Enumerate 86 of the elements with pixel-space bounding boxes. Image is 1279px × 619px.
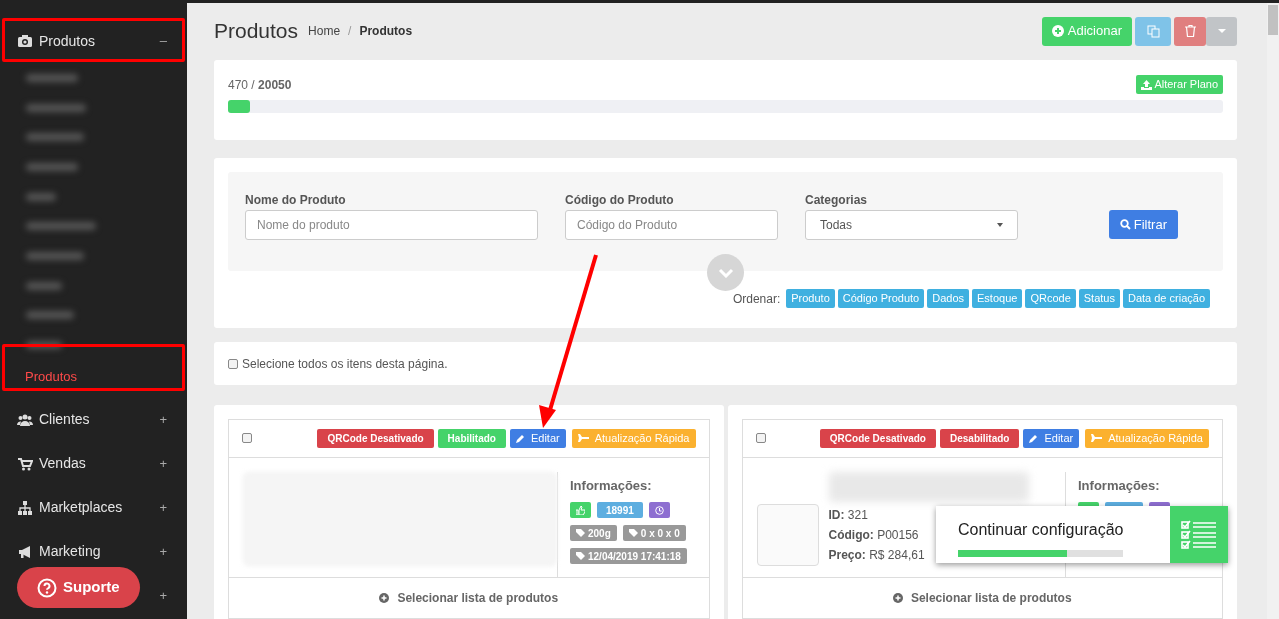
tag-icon bbox=[576, 529, 585, 538]
breadcrumb-link[interactable]: Home bbox=[308, 22, 341, 40]
info-heading: Informações: bbox=[570, 476, 653, 495]
menu-item[interactable]: Marketplaces bbox=[39, 497, 123, 519]
plus-circle-icon bbox=[379, 593, 390, 604]
copy-icon bbox=[1146, 24, 1160, 38]
checklist-icon bbox=[1181, 519, 1217, 550]
copy-button[interactable] bbox=[1135, 16, 1171, 46]
category-select[interactable]: Todas bbox=[805, 210, 1018, 240]
blurred-text bbox=[26, 162, 78, 171]
blurred-text bbox=[26, 222, 96, 231]
submenu-item[interactable]: Produtos bbox=[0, 359, 187, 394]
tag-icon bbox=[628, 529, 638, 538]
checkbox[interactable] bbox=[755, 433, 766, 444]
menu-item[interactable]: Vendas bbox=[39, 453, 86, 475]
count-badge: 18991 bbox=[597, 502, 643, 519]
plus-circle-icon bbox=[1051, 25, 1064, 37]
info-heading: Informações: bbox=[1078, 476, 1161, 495]
status-badge: Desabilitado bbox=[940, 428, 1020, 448]
delete-button[interactable] bbox=[1174, 16, 1206, 46]
pencil-icon bbox=[515, 433, 525, 443]
menu-item[interactable]: Marketing bbox=[39, 541, 101, 563]
caret-icon bbox=[1217, 29, 1226, 33]
dropdown-button[interactable] bbox=[1206, 16, 1237, 46]
select-list-button[interactable]: Selecionar lista de produtos bbox=[742, 578, 1222, 618]
text-field[interactable]: Nome do produto bbox=[245, 210, 538, 240]
product-detail: Código: P00156 bbox=[828, 526, 919, 544]
page-title: Produtos bbox=[214, 18, 299, 45]
pencil-icon bbox=[1029, 433, 1039, 443]
menu-item[interactable]: Clientes bbox=[39, 409, 90, 431]
search-icon bbox=[1119, 219, 1131, 230]
field-label: Nome do Produto bbox=[245, 192, 347, 209]
status-badge: QRCode Desativado bbox=[819, 428, 936, 448]
field-label: Categorias bbox=[805, 192, 869, 209]
product-detail: Preço: R$ 284,61 bbox=[828, 546, 925, 564]
checkbox[interactable] bbox=[242, 433, 252, 444]
support-button[interactable]: Suporte bbox=[17, 567, 140, 608]
tag-icon bbox=[576, 552, 585, 561]
status-badge: QRCode Desativado bbox=[317, 428, 434, 448]
camera-icon bbox=[17, 33, 33, 49]
plane-icon bbox=[1091, 434, 1103, 443]
caret-icon bbox=[997, 223, 1003, 227]
select-list-button[interactable]: Selecionar lista de produtos bbox=[229, 578, 709, 618]
tag-badge: 12/04/2019 17:41:18 bbox=[570, 548, 687, 565]
filter-button[interactable]: Filtrar bbox=[1108, 210, 1178, 239]
field-label: Código do Produto bbox=[565, 192, 675, 209]
collapse-toggle[interactable]: – bbox=[159, 31, 167, 51]
popup-title: Continuar configuração bbox=[958, 520, 1125, 540]
plus-circle-icon bbox=[892, 593, 903, 604]
expand-toggle[interactable]: + bbox=[159, 542, 167, 562]
blurred-text bbox=[26, 311, 74, 320]
status-badge: Habilitado bbox=[437, 428, 506, 448]
blurred-text bbox=[26, 281, 62, 290]
plane-icon bbox=[577, 434, 589, 443]
scrollbar[interactable] bbox=[1267, 3, 1279, 619]
expand-toggle[interactable]: + bbox=[159, 586, 167, 606]
checkbox[interactable] bbox=[228, 358, 238, 369]
blurred-text bbox=[26, 103, 86, 112]
plan-usage: 470 / 20050 bbox=[228, 76, 292, 94]
blurred-text bbox=[26, 251, 84, 260]
tag-badge: 0 x 0 x 0 bbox=[622, 525, 686, 542]
breadcrumb-separator: / bbox=[348, 23, 352, 40]
help-icon bbox=[37, 577, 57, 598]
cart-icon bbox=[17, 455, 33, 472]
edit-button[interactable]: Editar bbox=[1023, 428, 1080, 448]
megaphone-icon bbox=[17, 543, 33, 560]
upload-icon bbox=[1141, 79, 1153, 90]
breadcrumb-link[interactable]: Produtos bbox=[359, 22, 413, 40]
blurred-text bbox=[26, 133, 84, 142]
text-field[interactable]: Código do Produto bbox=[565, 210, 778, 240]
expand-toggle[interactable]: + bbox=[159, 410, 167, 430]
tag-badge: 200g bbox=[570, 525, 617, 542]
blurred-text bbox=[26, 73, 78, 82]
edit-button[interactable]: Editar bbox=[509, 428, 566, 448]
photo-placeholder bbox=[756, 503, 819, 566]
expand-toggle[interactable]: + bbox=[159, 498, 167, 518]
blurred-text bbox=[26, 192, 56, 201]
trash-icon bbox=[1184, 25, 1196, 37]
sort-label: Ordenar: bbox=[732, 290, 781, 308]
checkbox-label: Selecione todos os itens desta página. bbox=[242, 355, 448, 373]
menu-item[interactable]: Produtos bbox=[39, 30, 96, 52]
expand-toggle[interactable]: + bbox=[159, 454, 167, 474]
sitemap-icon bbox=[17, 499, 33, 516]
setup-popup[interactable]: Continuar configuração bbox=[936, 506, 1228, 563]
product-detail: ID: 321 bbox=[828, 506, 868, 524]
blurred-text bbox=[26, 341, 62, 350]
